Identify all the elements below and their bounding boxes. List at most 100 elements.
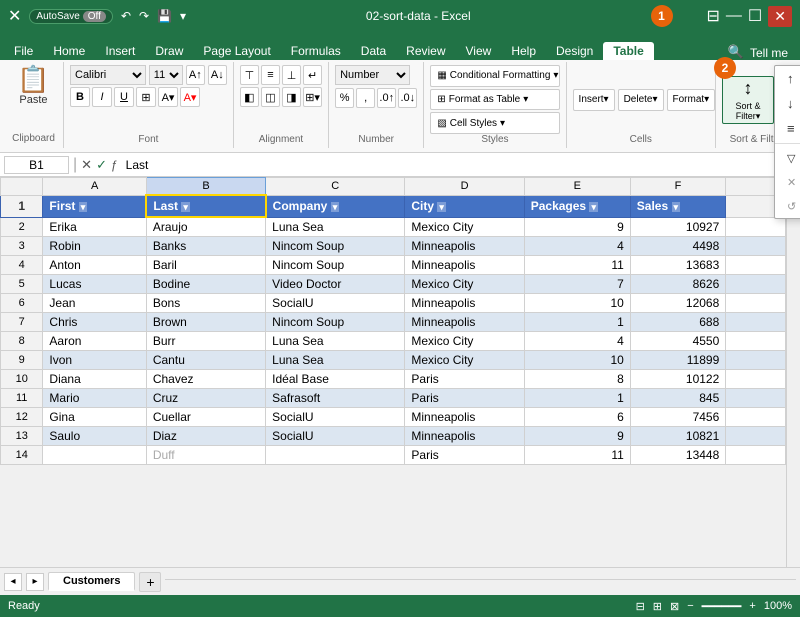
tab-help[interactable]: Help [501, 42, 546, 60]
sort-icon: ↕ [744, 78, 753, 99]
col-header-e[interactable]: E [524, 178, 630, 196]
corner-header [1, 178, 43, 196]
italic-btn[interactable]: I [92, 87, 112, 107]
tab-draw[interactable]: Draw [145, 42, 193, 60]
table-row: 13 SauloDiazSocialUMinneapolis910821 [1, 427, 786, 446]
cond-format-icon: ▦ [437, 70, 446, 81]
align-mid-btn[interactable]: ≡ [261, 65, 280, 85]
add-sheet-btn[interactable]: + [139, 572, 161, 592]
tab-page-layout[interactable]: Page Layout [193, 42, 280, 60]
align-left-btn[interactable]: ◧ [240, 87, 259, 107]
autosave-toggle[interactable]: AutoSave Off [29, 9, 113, 24]
align-center-btn[interactable]: ◫ [261, 87, 280, 107]
format-btn[interactable]: Format▾ [667, 89, 716, 111]
align-bot-btn[interactable]: ⊥ [282, 65, 301, 85]
formula-input[interactable] [126, 158, 796, 172]
maximize-icon[interactable]: ☐ [748, 6, 762, 26]
fill-color-btn[interactable]: A▾ [158, 87, 178, 107]
clear-item[interactable]: ✕ Clear [775, 170, 800, 194]
font-select[interactable]: Calibri [70, 65, 146, 85]
col-header-d[interactable]: D [405, 178, 524, 196]
paste-button[interactable]: 📋 [17, 66, 49, 92]
tab-view[interactable]: View [456, 42, 502, 60]
align-top-btn[interactable]: ⊤ [240, 65, 259, 85]
bold-btn[interactable]: B [70, 87, 90, 107]
cancel-formula-icon[interactable]: ✕ [81, 157, 92, 173]
tell-me[interactable]: Tell me [750, 46, 788, 60]
border-btn[interactable]: ⊞ [136, 87, 156, 107]
confirm-formula-icon[interactable]: ✓ [96, 157, 107, 173]
styles-group: ▦ Conditional Formatting ▾ ⊞ Format as T… [424, 62, 566, 148]
conditional-format-btn[interactable]: ▦ Conditional Formatting ▾ [430, 65, 559, 87]
table-header-row: 1 First ▾ Last ▾ Company ▾ City ▾ Packag… [1, 195, 786, 217]
col-header-f[interactable]: F [630, 178, 725, 196]
cell-styles-btn[interactable]: ▧ Cell Styles ▾ [430, 112, 559, 134]
header-city[interactable]: City ▾ [405, 195, 524, 217]
sort-a-to-z-item[interactable]: ↑ Sort A to Z [775, 66, 800, 91]
col-header-a[interactable]: A [43, 178, 146, 196]
number-format-select[interactable]: Number [335, 65, 410, 85]
tab-data[interactable]: Data [351, 42, 396, 60]
cell-reference[interactable] [4, 156, 69, 174]
wrap-text-btn[interactable]: ↵ [303, 65, 322, 85]
function-icon[interactable]: ƒ [111, 158, 118, 172]
custom-sort-item[interactable]: ≡ Custom Sort... [775, 116, 800, 141]
decrease-decimal-btn[interactable]: .0↓ [398, 88, 417, 108]
table-row: 9 IvonCantuLuna SeaMexico City1011899 [1, 351, 786, 370]
delete-btn[interactable]: Delete▾ [618, 89, 664, 111]
header-company[interactable]: Company ▾ [266, 195, 405, 217]
sheet-tab-customers[interactable]: Customers [48, 572, 135, 591]
table-row: 14 DuffParis1113448 [1, 446, 786, 465]
normal-view-icon[interactable]: ⊟ [636, 600, 645, 613]
scroll-tab-left-btn[interactable]: ◂ [4, 573, 22, 591]
col-header-c[interactable]: C [266, 178, 405, 196]
increase-font-btn[interactable]: A↑ [186, 65, 205, 85]
header-sales[interactable]: Sales ▾ [630, 195, 725, 217]
cell-styles-icon: ▧ [437, 118, 446, 129]
scroll-tab-right-btn[interactable]: ▸ [26, 573, 44, 591]
table-row: 10 DianaChavezIdéal BaseParis810122 [1, 370, 786, 389]
percent-btn[interactable]: % [335, 88, 354, 108]
layout-icon[interactable]: ⊟ [707, 6, 720, 26]
sort-filter-btn[interactable]: ↕ Sort &Filter▾ [722, 76, 774, 124]
header-last[interactable]: Last ▾ [146, 195, 265, 217]
tab-design[interactable]: Design [546, 42, 603, 60]
filter-item[interactable]: ▽ Filter [775, 146, 800, 170]
format-table-btn[interactable]: ⊞ Format as Table ▾ [430, 89, 559, 111]
underline-btn[interactable]: U [114, 87, 134, 107]
sort-z-to-a-item[interactable]: ↓ Sort Z to A [775, 91, 800, 116]
minimize-icon[interactable]: — [726, 7, 742, 25]
dropdown-icon[interactable]: ▾ [180, 9, 186, 23]
col-header-b[interactable]: B [146, 178, 265, 196]
tab-table[interactable]: Table [603, 42, 653, 60]
tab-formulas[interactable]: Formulas [281, 42, 351, 60]
vertical-scrollbar[interactable] [786, 177, 800, 567]
comma-btn[interactable]: , [356, 88, 375, 108]
zoom-plus-btn[interactable]: + [749, 600, 755, 612]
quick-save-icon[interactable]: 💾 [157, 9, 172, 23]
tab-review[interactable]: Review [396, 42, 455, 60]
page-break-view-icon[interactable]: ⊠ [670, 600, 679, 613]
undo-icon[interactable]: ↶ [121, 9, 131, 23]
reapply-item[interactable]: ↺ Reapply [775, 194, 800, 218]
decrease-font-btn[interactable]: A↓ [208, 65, 227, 85]
sort-filter-group: 2 ↕ Sort &Filter▾ ↑ Sort A to Z ↓ Sort Z… [716, 62, 796, 148]
font-color-btn[interactable]: A▾ [180, 87, 200, 107]
insert-btn[interactable]: Insert▾ [573, 89, 615, 111]
align-right-btn[interactable]: ◨ [282, 87, 301, 107]
redo-icon[interactable]: ↷ [139, 9, 149, 23]
badge-2: 2 [714, 57, 736, 79]
header-first[interactable]: First ▾ [43, 195, 146, 217]
tab-home[interactable]: Home [43, 42, 95, 60]
increase-decimal-btn[interactable]: .0↑ [377, 88, 396, 108]
zoom-slider[interactable]: ━━━━━━ [702, 600, 742, 613]
header-packages[interactable]: Packages ▾ [524, 195, 630, 217]
close-icon[interactable]: ✕ [768, 6, 792, 27]
font-size-select[interactable]: 11 [149, 65, 183, 85]
page-layout-view-icon[interactable]: ⊞ [653, 600, 662, 613]
tab-insert[interactable]: Insert [95, 42, 145, 60]
merge-btn[interactable]: ⊞▾ [303, 87, 322, 107]
tab-file[interactable]: File [4, 42, 43, 60]
zoom-minus-btn[interactable]: − [687, 600, 693, 612]
title-bar: ✕ AutoSave Off ↶ ↷ 💾 ▾ 02-sort-data - Ex… [0, 0, 800, 32]
